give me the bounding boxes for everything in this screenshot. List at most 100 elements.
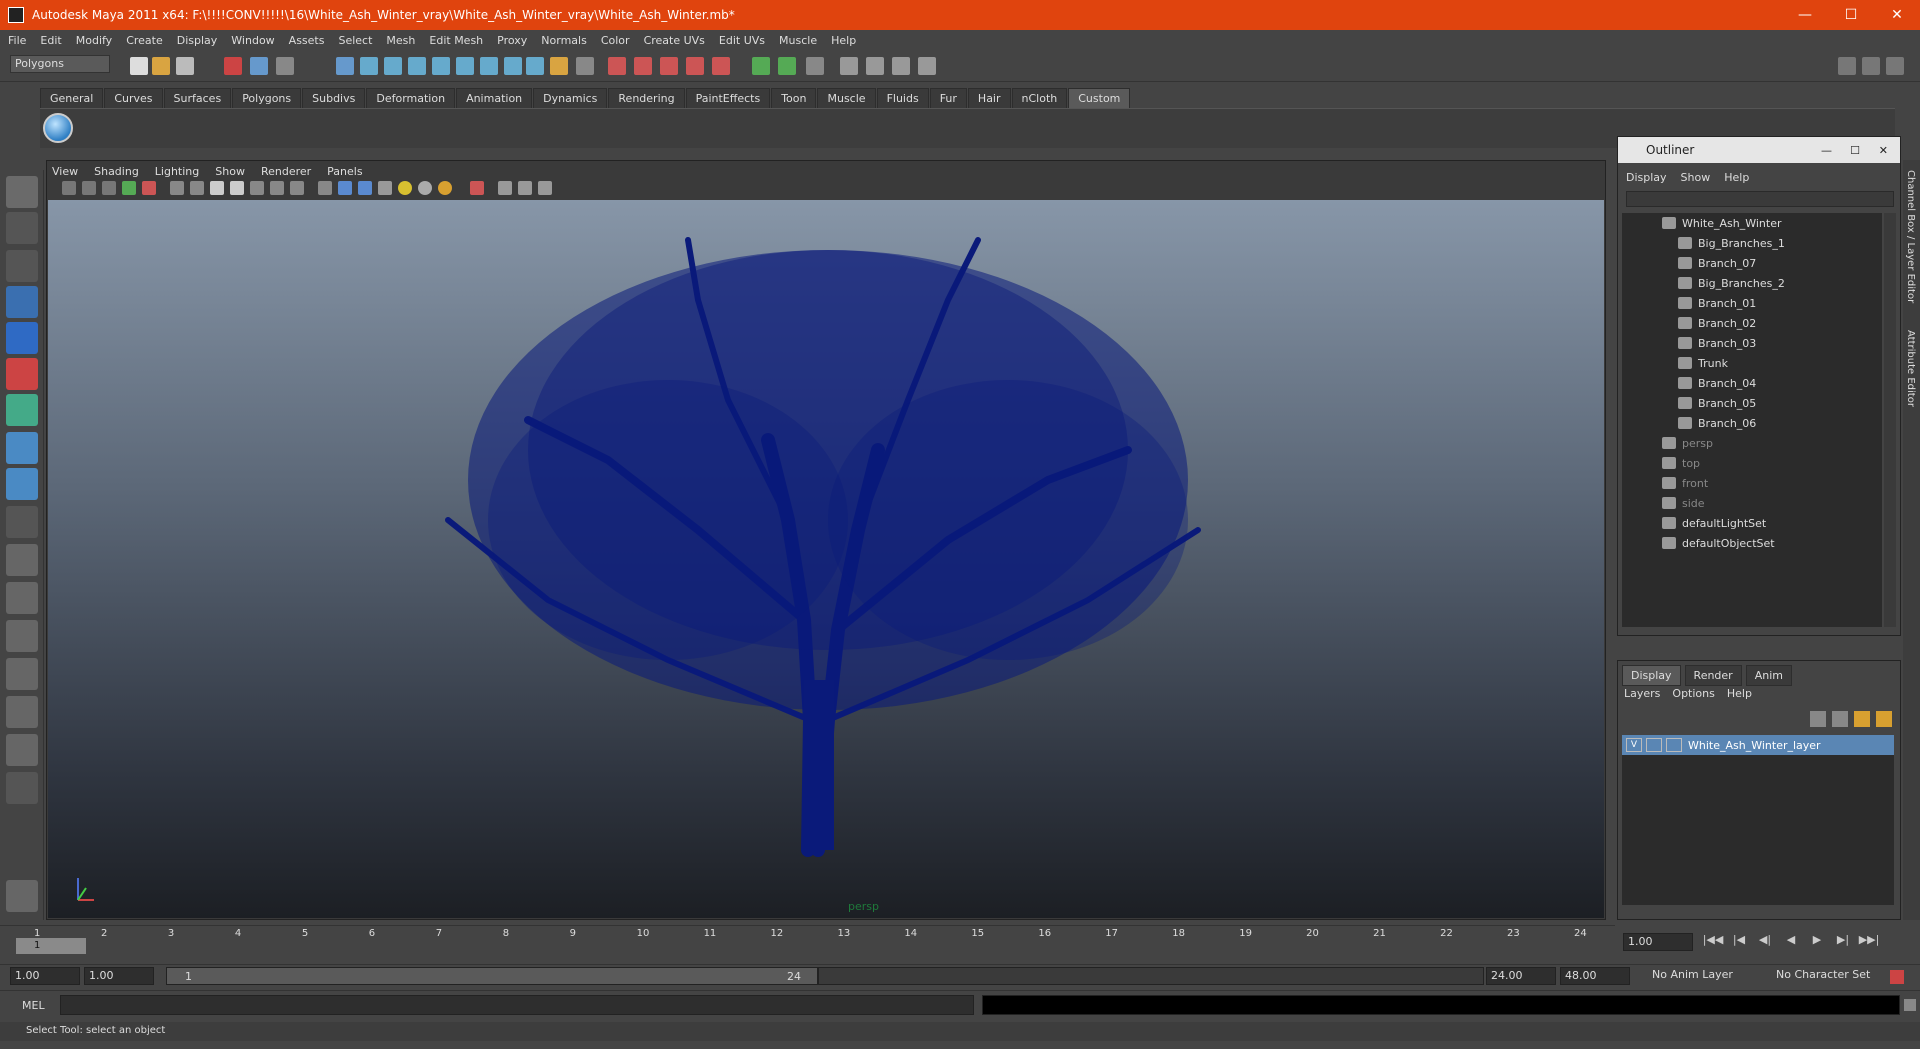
pick-handles-icon[interactable] (336, 57, 354, 75)
step-forward-frame-button[interactable]: ▶| (1830, 933, 1856, 951)
camera-attributes-icon[interactable] (82, 181, 96, 195)
menu-help[interactable]: Help (831, 34, 856, 47)
input-ops-icon[interactable] (752, 57, 770, 75)
select-component-icon[interactable] (276, 57, 294, 75)
film-gate-icon[interactable] (190, 181, 204, 195)
outliner-item[interactable]: top (1622, 453, 1882, 473)
new-scene-icon[interactable] (130, 57, 148, 75)
shelf-tab-animation[interactable]: Animation (456, 88, 533, 108)
outliner-close-button[interactable]: ✕ (1879, 144, 1888, 157)
last-tool-icon[interactable] (6, 506, 38, 538)
select-hierarchy-icon[interactable] (224, 57, 242, 75)
universal-manipulator-icon[interactable] (6, 394, 38, 426)
outliner-item[interactable]: Big_Branches_2 (1622, 273, 1882, 293)
two-d-pan-zoom-icon[interactable] (142, 181, 156, 195)
outliner-item[interactable]: Branch_02 (1622, 313, 1882, 333)
show-channel-box-icon[interactable] (1886, 57, 1904, 75)
menu-mesh[interactable]: Mesh (386, 34, 415, 47)
shelf-tab-polygons[interactable]: Polygons (232, 88, 302, 108)
show-manipulator-icon[interactable] (6, 468, 38, 500)
xray-components-icon[interactable] (538, 181, 552, 195)
single-pane-layout-icon[interactable] (6, 544, 38, 576)
menu-edit-mesh[interactable]: Edit Mesh (429, 34, 483, 47)
outliner-item[interactable]: Branch_03 (1622, 333, 1882, 353)
menu-assets[interactable]: Assets (289, 34, 325, 47)
outliner-item[interactable]: side (1622, 493, 1882, 513)
maya-logo-icon[interactable] (6, 880, 38, 912)
smooth-shade-icon[interactable] (338, 181, 352, 195)
panel-menu-show[interactable]: Show (215, 165, 245, 178)
start-time-field[interactable]: 1.00 (10, 967, 80, 985)
persp-outliner-layout-icon[interactable] (6, 658, 38, 690)
ipr-render-icon[interactable] (892, 57, 910, 75)
outliner-search-input[interactable] (1626, 191, 1894, 207)
outliner-maximize-button[interactable]: ☐ (1850, 144, 1860, 157)
paint-select-tool-icon[interactable] (6, 250, 38, 282)
outliner-minimize-button[interactable]: — (1821, 144, 1832, 157)
layer-menu-layers[interactable]: Layers (1624, 687, 1660, 700)
command-input[interactable] (60, 995, 974, 1015)
shelf-tab-painteffects[interactable]: PaintEffects (685, 88, 771, 108)
all-lights-icon[interactable] (418, 181, 432, 195)
outliner-item[interactable]: Big_Branches_1 (1622, 233, 1882, 253)
textured-icon[interactable] (378, 181, 392, 195)
render-current-frame-icon[interactable] (866, 57, 884, 75)
outliner-menu-show[interactable]: Show (1681, 171, 1711, 184)
pick-deformations-icon[interactable] (432, 57, 450, 75)
layer-menu-options[interactable]: Options (1672, 687, 1714, 700)
minimize-button[interactable]: — (1782, 0, 1828, 30)
outliner-item[interactable]: Trunk (1622, 353, 1882, 373)
go-to-end-button[interactable]: ▶▶| (1856, 933, 1882, 951)
isolate-select-icon[interactable] (470, 181, 484, 195)
move-tool-icon[interactable] (6, 286, 38, 318)
shelf-tab-fur[interactable]: Fur (929, 88, 967, 108)
menu-color[interactable]: Color (601, 34, 630, 47)
save-scene-icon[interactable] (176, 57, 194, 75)
xray-icon[interactable] (498, 181, 512, 195)
shelf-tab-hair[interactable]: Hair (967, 88, 1011, 108)
question-icon[interactable] (526, 57, 544, 75)
snap-view-plane-icon[interactable] (686, 57, 704, 75)
select-object-icon[interactable] (250, 57, 268, 75)
outliner-item[interactable]: White_Ash_Winter (1622, 213, 1882, 233)
menu-edit[interactable]: Edit (40, 34, 61, 47)
menu-edit-uvs[interactable]: Edit UVs (719, 34, 765, 47)
scale-tool-icon[interactable] (6, 358, 38, 390)
playback-end-field[interactable]: 24.00 (1486, 967, 1556, 985)
range-slider-track[interactable] (818, 967, 1484, 985)
create-layer-from-selected-icon[interactable] (1876, 711, 1892, 727)
rotate-tool-icon[interactable] (6, 322, 38, 354)
show-attribute-editor-icon[interactable] (1838, 57, 1856, 75)
render-settings-icon[interactable] (918, 57, 936, 75)
move-layer-up-icon[interactable] (1810, 711, 1826, 727)
gate-mask-icon[interactable] (230, 181, 244, 195)
image-plane-icon[interactable] (122, 181, 136, 195)
safe-action-icon[interactable] (270, 181, 284, 195)
layer-visibility-toggle[interactable]: V (1626, 738, 1642, 752)
panel-menu-renderer[interactable]: Renderer (261, 165, 311, 178)
move-layer-down-icon[interactable] (1832, 711, 1848, 727)
shelf-tab-dynamics[interactable]: Dynamics (533, 88, 608, 108)
close-button[interactable]: ✕ (1874, 0, 1920, 30)
menu-display[interactable]: Display (177, 34, 218, 47)
bookmarks-icon[interactable] (102, 181, 116, 195)
pick-rendering-icon[interactable] (480, 57, 498, 75)
outliner-item[interactable]: defaultObjectSet (1622, 533, 1882, 553)
lock-selection-icon[interactable] (550, 57, 568, 75)
outliner-item[interactable]: Branch_04 (1622, 373, 1882, 393)
character-set-dropdown[interactable]: No Character Set (1772, 967, 1882, 985)
mode-select-dropdown[interactable]: Polygons (10, 55, 110, 73)
pick-joints-icon[interactable] (360, 57, 378, 75)
layout-menu-icon[interactable] (6, 772, 38, 804)
play-backwards-button[interactable]: ◀ (1778, 933, 1804, 951)
shelf-tab-muscle[interactable]: Muscle (817, 88, 876, 108)
menu-create[interactable]: Create (126, 34, 163, 47)
wireframe-on-shaded-icon[interactable] (358, 181, 372, 195)
layer-tab-anim[interactable]: Anim (1745, 665, 1792, 686)
playback-start-field[interactable]: 1.00 (84, 967, 154, 985)
menu-modify[interactable]: Modify (76, 34, 112, 47)
resolution-gate-icon[interactable] (210, 181, 224, 195)
layer-tab-display[interactable]: Display (1622, 665, 1681, 686)
output-ops-icon[interactable] (778, 57, 796, 75)
shelf-tab-custom[interactable]: Custom (1068, 88, 1131, 108)
